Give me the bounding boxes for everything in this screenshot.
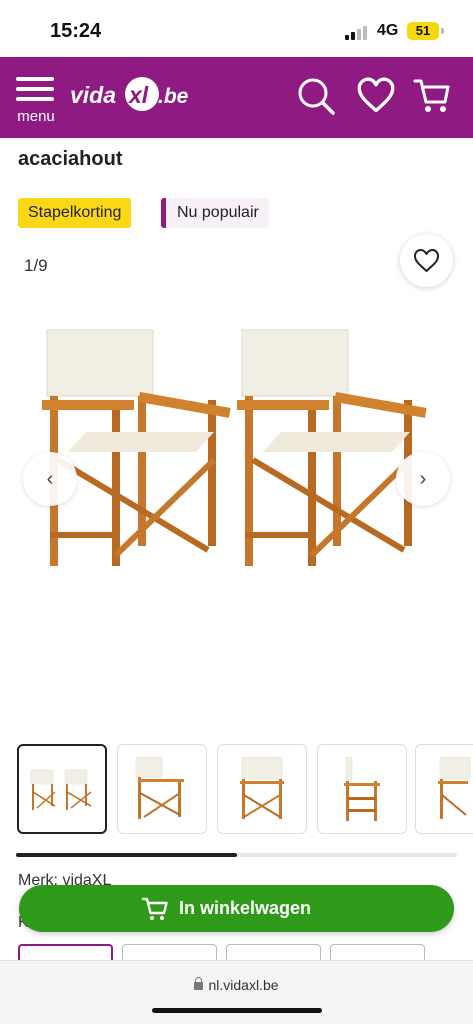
signal-icon — [345, 24, 371, 40]
menu-button[interactable]: menu — [14, 77, 58, 127]
product-image[interactable] — [20, 300, 453, 600]
hamburger-icon-bar — [16, 97, 54, 101]
gallery-scroll-track[interactable] — [16, 853, 457, 857]
status-time: 15:24 — [50, 20, 102, 42]
thumbnail-4[interactable] — [317, 744, 407, 834]
lock-icon — [194, 977, 204, 990]
network-type: 4G — [377, 22, 399, 39]
wishlist-button[interactable] — [400, 234, 453, 287]
thumbnail-image — [30, 769, 92, 810]
stapelkorting-badge: Stapelkorting — [18, 198, 132, 228]
chevron-left-icon: ‹ — [46, 468, 54, 490]
thumbnail-strip — [17, 744, 473, 836]
hamburger-icon — [16, 77, 54, 81]
image-counter: 1/9 — [24, 256, 48, 275]
svg-text:vida: vida — [70, 82, 116, 108]
cart-icon[interactable] — [413, 77, 451, 115]
gallery-next-button[interactable]: › — [396, 452, 450, 506]
svg-text:xl: xl — [127, 82, 149, 108]
chair-right — [237, 329, 427, 566]
vidaxl-logo[interactable]: vida xl .be — [70, 75, 200, 115]
browser-bar: nl.vidaxl.be — [0, 960, 473, 1024]
thumbnail-image — [438, 756, 471, 819]
battery-icon — [441, 28, 444, 34]
thumbnail-image — [344, 756, 380, 821]
cart-icon — [141, 897, 168, 920]
chevron-right-icon: › — [419, 468, 427, 490]
site-header: menu vida xl .be — [0, 57, 473, 138]
search-icon[interactable] — [297, 77, 335, 115]
page: 15:24 4G 51 menu vida xl .be acaciahout … — [0, 0, 473, 1024]
chair-left — [42, 329, 231, 566]
popular-badge: Nu populair — [161, 198, 269, 228]
product-title: acaciahout — [18, 148, 123, 170]
heart-icon — [414, 249, 439, 272]
add-to-cart-label: In winkelwagen — [179, 898, 312, 918]
home-indicator[interactable] — [152, 1008, 322, 1013]
status-bar: 15:24 4G 51 — [0, 0, 473, 58]
thumbnail-5[interactable] — [415, 744, 473, 834]
thumbnail-1[interactable] — [17, 744, 107, 834]
menu-label: menu — [17, 108, 55, 125]
gallery-prev-button[interactable]: ‹ — [23, 452, 77, 506]
svg-text:.be: .be — [158, 85, 189, 108]
battery-level: 51 — [407, 22, 439, 40]
gallery-scroll-thumb[interactable] — [16, 853, 237, 857]
thumbnail-3[interactable] — [217, 744, 307, 834]
heart-icon[interactable] — [357, 77, 395, 115]
url-text: nl.vidaxl.be — [208, 977, 279, 993]
thumbnail-image — [240, 756, 284, 819]
add-to-cart-button[interactable]: In winkelwagen — [19, 885, 454, 932]
thumbnail-image — [135, 756, 184, 819]
thumbnail-2[interactable] — [117, 744, 207, 834]
hamburger-icon-bar — [16, 87, 54, 91]
address-bar[interactable]: nl.vidaxl.be — [0, 977, 473, 993]
